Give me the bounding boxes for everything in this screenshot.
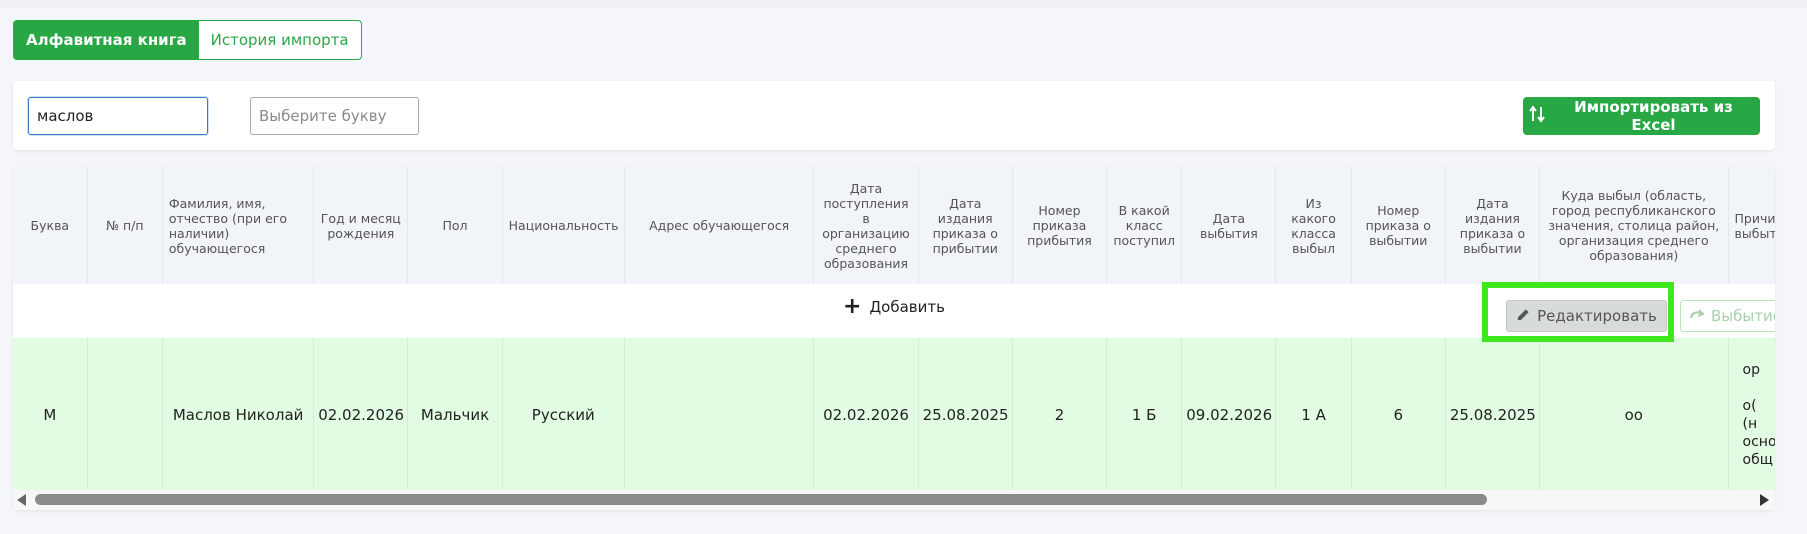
column-header: Год и месяц рождения [313,167,409,284]
scroll-left-arrow-icon[interactable] [17,494,26,506]
withdrawal-button[interactable]: Выбытие [1680,300,1775,332]
table-row[interactable]: М Маслов Николай 02.02.2026 Мальчик Русс… [13,338,1775,492]
import-excel-button[interactable]: Импортировать из Excel [1523,97,1760,135]
column-header: Адрес обучающегося [624,167,815,284]
table-cell: Русский [502,338,625,492]
edit-label: Редактировать [1537,307,1657,325]
add-label: Добавить [869,298,945,316]
table-cell: 1 А [1275,338,1352,492]
horizontal-scrollbar[interactable] [13,490,1775,510]
alphabet-book-table: Буква № п/п Фамилия, имя, отчество (при … [13,167,1775,510]
table-cell [624,338,815,492]
table-cell: М [13,338,88,492]
filter-panel: Импортировать из Excel [13,81,1775,150]
table-cell [87,338,163,492]
table-cell: Маслов Николай [162,338,315,492]
table-cell: оо [1539,338,1729,492]
column-header: Дата издания приказа о выбытии [1445,167,1541,284]
view-tabs: Алфавитная книга История импорта [13,20,362,60]
column-header: Национальность [502,167,625,284]
letter-select[interactable] [250,97,419,135]
withdrawal-label: Выбытие [1711,307,1775,325]
column-header: Буква [13,167,88,284]
column-header: Дата выбытия [1181,167,1277,284]
column-header: Дата поступления в организацию среднего … [813,167,919,284]
column-header: Причина выбытия [1728,167,1775,284]
table-cell: 09.02.2026 [1181,338,1277,492]
pencil-icon [1516,307,1531,326]
column-header: № п/п [87,167,163,284]
tab-import-history[interactable]: История импорта [199,21,361,59]
add-button[interactable]: + Добавить [843,295,945,319]
import-excel-label: Импортировать из Excel [1574,98,1733,134]
table-cell: 02.02.2026 [813,338,919,492]
table-cell: 25.08.2025 [918,338,1013,492]
column-header: Номер приказа прибытия [1012,167,1108,284]
table-cell: 1 Б [1106,338,1183,492]
table-header: Буква № п/п Фамилия, имя, отчество (при … [13,167,1775,284]
column-header: Дата издания приказа о прибытии [918,167,1013,284]
column-header: Номер приказа о выбытии [1351,167,1446,284]
sort-arrows-icon [1529,105,1545,127]
plus-icon: + [843,294,862,319]
table-cell: 2 [1012,338,1108,492]
column-header: Куда выбыл (область, город республиканск… [1539,167,1729,284]
column-header: Из какого класса выбыл [1275,167,1352,284]
edit-button[interactable]: Редактировать [1506,300,1667,332]
redo-arrow-icon [1689,307,1705,325]
column-header: Фамилия, имя, отчество (при его наличии)… [162,167,315,284]
table-cell: 02.02.2026 [313,338,409,492]
search-input[interactable] [28,97,208,135]
table-cell: Мальчик [407,338,503,492]
table-cell: 25.08.2025 [1445,338,1541,492]
scroll-right-arrow-icon[interactable] [1760,494,1769,506]
table-cell: 6 [1351,338,1446,492]
column-header: В какой класс поступил [1106,167,1183,284]
scrollbar-thumb[interactable] [35,494,1487,505]
table-cell: ор о( (н основн общ [1728,338,1775,492]
tab-alphabet-book[interactable]: Алфавитная книга [14,21,199,59]
column-header: Пол [407,167,503,284]
top-bar [0,0,1807,6]
